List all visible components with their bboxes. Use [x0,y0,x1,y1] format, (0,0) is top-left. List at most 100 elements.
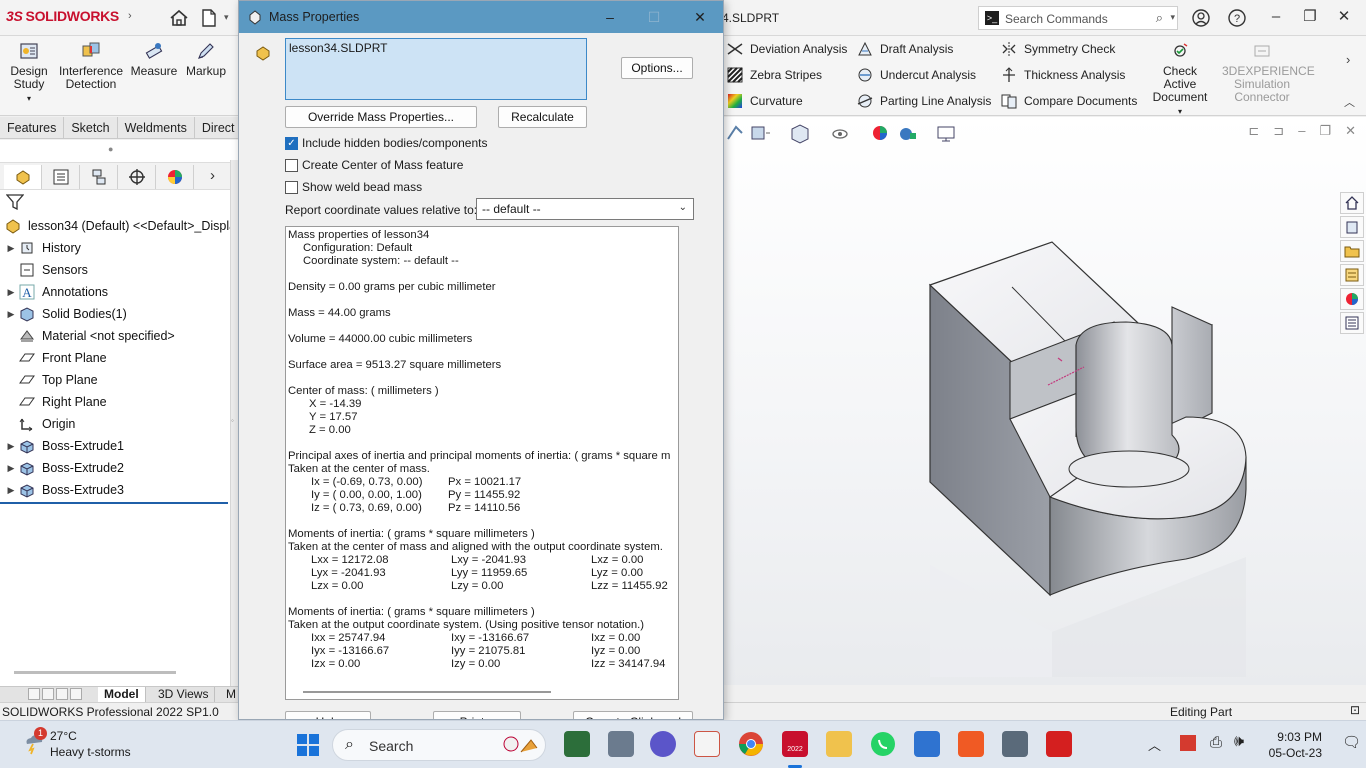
tab-configurationmanager[interactable] [80,165,118,189]
filter-icon[interactable] [6,194,24,210]
include-hidden-bodies-row[interactable]: ✓ Include hidden bodies/components [285,135,487,151]
custom-properties-icon[interactable] [1340,312,1364,334]
whatsapp-icon[interactable] [870,731,896,757]
curvature-button[interactable]: Curvature [726,90,803,112]
symmetry-check-button[interactable]: Symmetry Check [1000,38,1115,60]
expand-arrow-icon[interactable]: ▶ [4,243,18,254]
account-icon[interactable] [1190,7,1212,29]
design-study-dropdown-icon[interactable]: ▾ [27,94,31,103]
notifications-icon[interactable]: 🗨 [1342,733,1361,751]
photo-app-icon[interactable] [564,731,590,757]
status-options-icon[interactable]: ⊡ [1350,703,1360,717]
recalculate-button[interactable]: Recalculate [498,106,587,128]
create-center-of-mass-row[interactable]: Create Center of Mass feature [285,157,463,173]
create-center-of-mass-checkbox[interactable] [285,158,298,172]
expand-arrow-icon[interactable]: ▶ [4,287,18,298]
expand-arrow-icon[interactable]: ▶ [4,485,18,496]
snipping-tool-icon[interactable] [694,731,720,757]
override-mass-properties-button[interactable]: Override Mass Properties... [285,106,477,128]
chrome-icon[interactable] [738,731,764,757]
design-study-button[interactable]: Design Study ▾ [8,40,50,105]
check-active-document-button[interactable]: Check Active Document ▾ [1146,40,1214,118]
search-dropdown-icon[interactable]: ▾ [1170,12,1175,23]
next-tab-icon[interactable] [56,688,68,700]
volume-icon[interactable]: 🕪 [1234,733,1244,751]
draft-analysis-button[interactable]: Draft Analysis [856,38,953,60]
tree-item[interactable]: ▶ Boss-Extrude3 [4,480,124,500]
part-model-view[interactable] [724,117,1366,685]
acrobat-icon[interactable] [1046,731,1072,757]
compare-documents-button[interactable]: Compare Documents [1000,90,1137,112]
copy-to-clipboard-button[interactable]: Copy to Clipboard [573,711,693,719]
minimize-icon[interactable]: – [1262,4,1290,30]
network-icon[interactable]: ⎙ [1210,734,1222,751]
tab-displaymanager[interactable] [156,165,194,189]
taskbar-search-box[interactable]: ⌕ Search [332,729,546,761]
tab-model[interactable]: Model [98,687,146,703]
tab-dimxpert[interactable] [118,165,156,189]
graphics-area[interactable]: ⊏ ⊐ – ❐ ✕ [724,117,1366,685]
last-tab-icon[interactable] [70,688,82,700]
file-explorer-icon[interactable] [1340,240,1364,262]
restore-icon[interactable]: ❐ [1296,4,1324,30]
tree-item[interactable]: Origin [4,414,75,434]
teams-chat-icon[interactable] [650,731,676,757]
close-icon[interactable]: ✕ [1330,4,1358,30]
measure-button[interactable]: Measure [130,40,178,78]
tree-item[interactable]: ▶ Solid Bodies(1) [4,304,127,324]
prev-tab-icon[interactable] [42,688,54,700]
search-icon[interactable]: ⌕ [1156,10,1163,26]
ribbon-scroll-right-icon[interactable]: › [1346,52,1350,67]
dialog-minimize-icon[interactable]: – [595,5,625,29]
tree-item[interactable]: Material <not specified> [4,326,175,346]
check-active-dropdown-icon[interactable]: ▾ [1178,107,1182,116]
options-button[interactable]: Options... [621,57,693,79]
dialog-close-icon[interactable]: ✕ [685,5,715,29]
results-horizontal-scrollbar[interactable] [303,691,551,693]
panel-splitter[interactable]: ◦ [230,160,238,686]
home-icon[interactable] [168,7,190,29]
show-weld-bead-checkbox[interactable] [285,180,298,194]
tree-item[interactable]: Top Plane [4,370,98,390]
tab-3d-views[interactable]: 3D Views [152,687,216,703]
help-button[interactable]: Help [285,711,371,719]
file-explorer-taskbar-icon[interactable] [826,731,852,757]
interference-detection-button[interactable]: Interference Detection [58,40,124,91]
solidworks-taskbar-icon[interactable]: 2022 [782,731,808,757]
thickness-analysis-button[interactable]: Thickness Analysis [1000,64,1125,86]
more-tabs-icon[interactable]: › [210,167,215,184]
design-library-icon[interactable] [1340,216,1364,238]
include-hidden-bodies-checkbox[interactable]: ✓ [285,136,298,150]
solidworks-resources-icon[interactable] [1340,192,1364,214]
tab-propertymanager[interactable] [42,165,80,189]
tab-featuremanager[interactable] [4,165,42,189]
tab-weldments[interactable]: Weldments [118,117,195,138]
brave-browser-icon[interactable] [958,731,984,757]
taskbar-clock[interactable]: 9:03 PM 05-Oct-23 [1268,729,1322,761]
appearances-scenes-icon[interactable] [1340,288,1364,310]
parting-line-analysis-button[interactable]: Parting Line Analysis [856,90,991,112]
tree-item[interactable]: Front Plane [4,348,107,368]
undercut-analysis-button[interactable]: Undercut Analysis [856,64,976,86]
tree-item[interactable]: ▶ Boss-Extrude2 [4,458,124,478]
splitter-grip-icon[interactable]: ◦ [231,416,234,425]
notepad-icon[interactable] [914,731,940,757]
show-hidden-icons-icon[interactable]: ︿ [1148,735,1161,754]
print-button[interactable]: Print... [433,711,521,719]
search-commands-box[interactable]: >_ Search Commands ⌕ ▾ [978,6,1178,30]
new-document-icon[interactable] [198,7,220,29]
task-view-icon[interactable] [608,731,634,757]
tree-horizontal-scrollbar[interactable] [14,671,176,674]
coordinate-system-select[interactable]: -- default -- ⌄ [476,198,694,220]
tab-sketch[interactable]: Sketch [64,117,118,138]
panel-grip-icon[interactable]: ● [108,144,113,154]
view-palette-icon[interactable] [1340,264,1364,286]
tree-item[interactable]: ▶ Boss-Extrude1 [4,436,124,456]
tree-item[interactable]: ▶ History [4,238,81,258]
selected-items-list[interactable]: lesson34.SLDPRT [285,38,587,100]
part-root-node[interactable]: lesson34 (Default) <<Default>_Display [4,216,230,236]
dialog-title-bar[interactable]: Mass Properties – ☐ ✕ [239,1,723,33]
windows-start-icon[interactable] [296,733,320,757]
tab-features[interactable]: Features [0,117,65,138]
new-dropdown-icon[interactable]: ▾ [224,12,229,23]
